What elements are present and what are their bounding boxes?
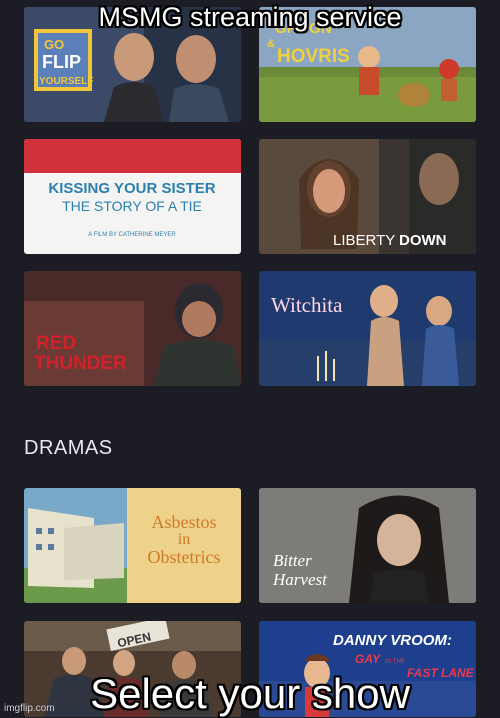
liberty-part2: DOWN <box>399 232 447 249</box>
flip-line3: YOURSELF <box>39 76 93 87</box>
imgflip-watermark: imgflip.com <box>4 703 55 714</box>
grogn-line3: HOVRIS <box>277 46 350 67</box>
show-tile-asbestos-in-obstetrics[interactable]: Asbestos in Obstetrics <box>24 488 241 603</box>
bitter-line1: Bitter <box>273 551 312 570</box>
section-heading-dramas: DRAMAS <box>24 437 113 459</box>
show-tile-liberty-down[interactable]: LIBERTY DOWN <box>259 139 476 254</box>
flip-line1: GO <box>44 37 64 52</box>
show-tile-kissing-your-sister[interactable]: KISSING YOUR SISTER THE STORY OF A TIE A… <box>24 139 241 254</box>
asbestos-in-obstetrics-artwork: Asbestos in Obstetrics <box>24 488 241 603</box>
red-line1: RED <box>36 333 76 354</box>
liberty-part1: LIBERTY <box>333 232 395 249</box>
show-tile-red-thunder[interactable]: RED THUNDER <box>24 271 241 386</box>
asbestos-line3: Obstetrics <box>148 547 221 567</box>
asbestos-line1: Asbestos <box>151 512 216 532</box>
witchita-title: Witchita <box>271 293 343 317</box>
show-tile-bitter-harvest[interactable]: Bitter Harvest <box>259 488 476 603</box>
danny-line3: IN THE <box>385 659 406 665</box>
red-line2: THUNDER <box>34 353 127 374</box>
liberty-down-artwork: LIBERTY DOWN <box>259 139 476 254</box>
danny-line2: GAY <box>355 652 381 666</box>
red-thunder-artwork: RED THUNDER <box>24 271 241 386</box>
witchita-artwork: Witchita <box>259 271 476 386</box>
bitter-line2: Harvest <box>272 570 328 589</box>
show-tile-witchita[interactable]: Witchita <box>259 271 476 386</box>
bitter-harvest-artwork: Bitter Harvest <box>259 488 476 603</box>
asbestos-line2: in <box>178 531 190 548</box>
flip-line2: FLIP <box>42 52 81 72</box>
grogn-line2: & <box>267 38 275 50</box>
kissing-line3: A FILM BY CATHERINE MEYER <box>88 232 176 238</box>
danny-title: DANNY VROOM: <box>333 632 452 649</box>
kissing-your-sister-artwork: KISSING YOUR SISTER THE STORY OF A TIE A… <box>24 139 241 254</box>
kissing-line2: THE STORY OF A TIE <box>62 198 202 214</box>
meme-top-caption: MSMG streaming service <box>98 2 402 32</box>
meme-bottom-caption: Select your show <box>90 670 410 717</box>
kissing-line1: KISSING YOUR SISTER <box>48 180 215 197</box>
